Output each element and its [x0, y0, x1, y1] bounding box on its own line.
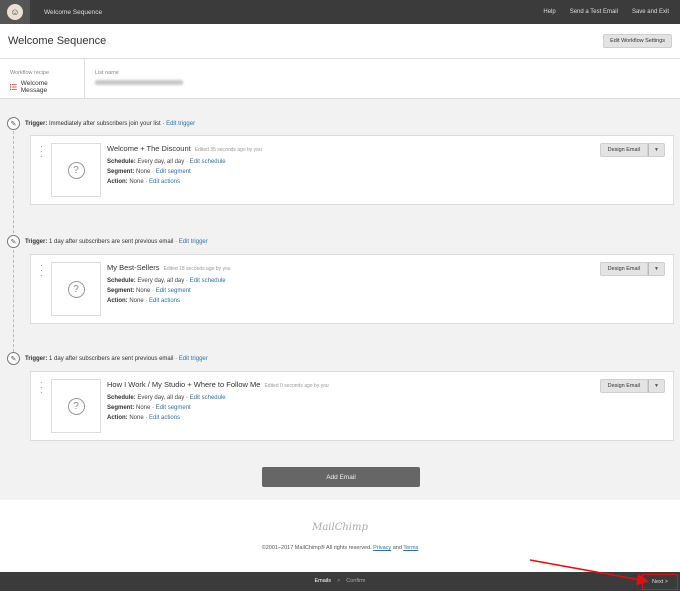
drag-handle-icon[interactable]: · · · [40, 262, 43, 280]
workflow-info: Workflow recipe Welcome Message List nam… [0, 59, 680, 99]
trigger-text: 1 day after subscribers are sent previou… [49, 238, 178, 245]
edit-schedule-link[interactable]: Edit schedule [190, 395, 226, 401]
add-email-button[interactable]: Add Email [262, 467, 420, 487]
workflow-recipe-value: Welcome Message [10, 80, 74, 94]
step-confirm[interactable]: Confirm [346, 578, 365, 584]
trigger-text: Immediately after subscribers join your … [49, 120, 165, 127]
page-title: Welcome Sequence [8, 35, 107, 47]
next-button[interactable]: Next > [642, 574, 678, 590]
caret-down-icon[interactable]: ▼ [648, 262, 665, 276]
caret-down-icon[interactable]: ▼ [648, 379, 665, 393]
edit-actions-link[interactable]: Edit actions [149, 298, 180, 304]
pencil-icon[interactable]: ✎ [7, 117, 20, 130]
workflow-recipe-label: Workflow recipe [10, 70, 50, 76]
email-thumbnail[interactable]: ? [51, 143, 101, 197]
edit-segment-link[interactable]: Edit segment [156, 405, 191, 411]
step-breadcrumb: Emails > Confirm [0, 578, 680, 584]
mailchimp-logo[interactable]: ☺ [0, 0, 30, 24]
email-title[interactable]: Welcome + The Discount [107, 144, 191, 153]
terms-link[interactable]: Terms [403, 545, 418, 551]
trigger-label: Trigger: [25, 120, 48, 127]
trigger-label: Trigger: [25, 355, 48, 362]
drag-handle-icon[interactable]: · · · [40, 379, 43, 397]
edit-segment-link[interactable]: Edit segment [156, 288, 191, 294]
list-name-blurred [95, 80, 183, 85]
design-email-button[interactable]: Design Email [599, 143, 648, 157]
design-email-group: Design Email ▼ [599, 143, 665, 157]
step-emails[interactable]: Emails [315, 578, 332, 584]
email-card: · · · ? Welcome + The Discount Edited 35 se… [30, 135, 674, 205]
edit-segment-link[interactable]: Edit segment [156, 169, 191, 175]
workflow-recipe-text: Welcome Message [20, 80, 48, 94]
help-link[interactable]: Help [543, 9, 555, 15]
topbar-title: Welcome Sequence [44, 8, 103, 16]
edited-timestamp: Edited 35 seconds ago by you [194, 147, 262, 153]
top-bar: ☺ Welcome Sequence Help Send a Test Emai… [0, 0, 680, 24]
footer: MailChimp ©2001–2017 MailChimp® All righ… [0, 500, 680, 572]
edit-actions-link[interactable]: Edit actions [149, 179, 180, 185]
design-email-group: Design Email ▼ [599, 262, 665, 276]
pencil-icon[interactable]: ✎ [7, 235, 20, 248]
mailchimp-footer-logo: MailChimp [312, 522, 368, 533]
privacy-link[interactable]: Privacy [373, 545, 391, 551]
edited-timestamp: Edited 0 seconds ago by you [264, 383, 329, 389]
drag-handle-icon[interactable]: · · · [40, 143, 43, 161]
email-card: · · · ? How I Work / My Studio + Where to … [30, 371, 674, 441]
pencil-icon[interactable]: ✎ [7, 352, 20, 365]
email-thumbnail[interactable]: ? [51, 262, 101, 316]
email-card: · · · ? My Best-Sellers Edited 18 seconds a… [30, 254, 674, 324]
edit-schedule-link[interactable]: Edit schedule [190, 278, 226, 284]
trigger-row: ✎ Trigger: Immediately after subscribers… [7, 117, 195, 130]
footer-copyright: ©2001–2017 MailChimp® All rights reserve… [261, 545, 419, 551]
email-details: Welcome + The Discount Edited 35 seconds … [107, 144, 262, 185]
email-details: How I Work / My Studio + Where to Follow… [107, 380, 329, 421]
edit-trigger-link[interactable]: Edit trigger [179, 356, 208, 362]
workflow-recipe: Workflow recipe Welcome Message [0, 59, 85, 98]
design-email-button[interactable]: Design Email [599, 262, 648, 276]
trigger-row: ✎ Trigger: 1 day after subscribers are s… [7, 352, 208, 365]
list-icon [10, 84, 17, 90]
question-mark-icon: ? [67, 161, 85, 179]
edit-actions-link[interactable]: Edit actions [149, 415, 180, 421]
edited-timestamp: Edited 18 seconds ago by you [163, 266, 231, 272]
email-thumbnail[interactable]: ? [51, 379, 101, 433]
trigger-label: Trigger: [25, 238, 48, 245]
page-header: Welcome Sequence Edit Workflow Settings [0, 24, 680, 59]
edit-trigger-link[interactable]: Edit trigger [179, 239, 208, 245]
mailchimp-chimp-icon: ☺ [7, 4, 23, 20]
edit-schedule-link[interactable]: Edit schedule [190, 159, 226, 165]
edit-workflow-settings-button[interactable]: Edit Workflow Settings [603, 34, 672, 48]
chevron-right-icon: > [337, 578, 341, 584]
trigger-row: ✎ Trigger: 1 day after subscribers are s… [7, 235, 208, 248]
email-title[interactable]: How I Work / My Studio + Where to Follow… [107, 380, 260, 389]
trigger-text: 1 day after subscribers are sent previou… [49, 355, 178, 362]
question-mark-icon: ? [67, 280, 85, 298]
list-name: List name [85, 59, 193, 98]
email-title[interactable]: My Best-Sellers [107, 263, 160, 272]
design-email-button[interactable]: Design Email [599, 379, 648, 393]
edit-trigger-link[interactable]: Edit trigger [166, 121, 195, 127]
list-name-label: List name [95, 70, 119, 76]
design-email-group: Design Email ▼ [599, 379, 665, 393]
caret-down-icon[interactable]: ▼ [648, 143, 665, 157]
save-and-exit-link[interactable]: Save and Exit [632, 9, 669, 15]
topbar-links: Help Send a Test Email Save and Exit [543, 9, 680, 15]
send-test-email-link[interactable]: Send a Test Email [570, 9, 618, 15]
bottom-bar: Emails > Confirm Next > [0, 572, 680, 591]
question-mark-icon: ? [67, 397, 85, 415]
email-details: My Best-Sellers Edited 18 seconds ago by … [107, 263, 231, 304]
